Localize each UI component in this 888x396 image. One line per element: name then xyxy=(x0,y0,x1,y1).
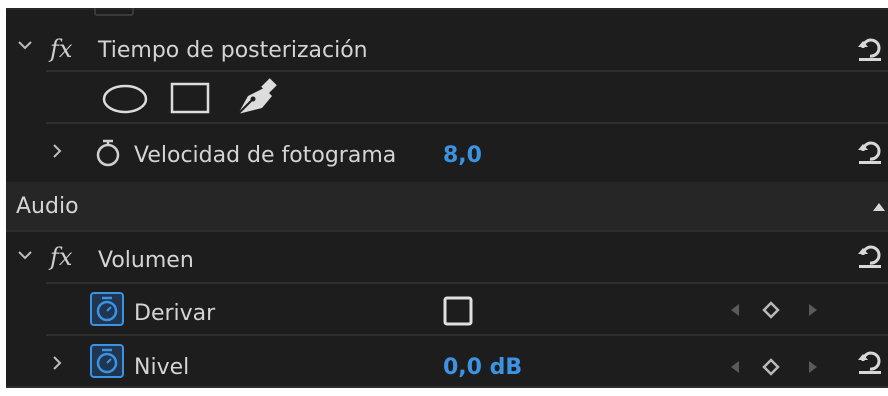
scroll-up-icon[interactable] xyxy=(872,202,886,212)
divider xyxy=(46,282,888,284)
rectangle-mask-icon[interactable] xyxy=(170,82,210,114)
property-value[interactable]: 0,0 dB xyxy=(443,355,522,381)
reset-icon[interactable] xyxy=(857,242,883,268)
keyframe-prev-icon[interactable] xyxy=(730,360,740,374)
section-header-audio[interactable]: Audio xyxy=(6,182,888,230)
bypass-checkbox[interactable] xyxy=(443,296,473,326)
keyframe-add-icon[interactable] xyxy=(762,301,780,319)
effect-row-posterize-time[interactable]: fx Tiempo de posterización xyxy=(6,30,888,70)
mask-tools-row xyxy=(6,74,888,120)
effect-row-volume[interactable]: fx Volumen xyxy=(6,234,888,280)
pen-mask-icon[interactable] xyxy=(234,78,278,116)
ellipse-mask-icon[interactable] xyxy=(102,84,148,114)
partial-row-remnant xyxy=(94,8,134,16)
section-title: Audio xyxy=(16,194,79,219)
reset-icon[interactable] xyxy=(857,35,883,61)
effect-name: Volumen xyxy=(98,248,194,273)
effect-controls-panel: fx Tiempo de posterización Velocidad de … xyxy=(6,8,888,388)
property-row-level[interactable]: Nivel 0,0 dB xyxy=(6,338,888,386)
reset-icon[interactable] xyxy=(857,348,883,374)
chevron-down-icon[interactable] xyxy=(18,250,32,260)
property-value[interactable]: 8,0 xyxy=(443,143,482,169)
divider xyxy=(6,386,888,388)
chevron-down-icon[interactable] xyxy=(18,40,32,50)
fx-badge[interactable]: fx xyxy=(50,36,72,62)
stopwatch-icon[interactable] xyxy=(90,292,124,326)
keyframe-next-icon[interactable] xyxy=(808,360,818,374)
keyframe-add-icon[interactable] xyxy=(762,358,780,376)
keyframe-next-icon[interactable] xyxy=(808,303,818,317)
property-row-bypass[interactable]: Derivar xyxy=(6,286,888,334)
divider xyxy=(6,230,888,232)
property-label: Velocidad de fotograma xyxy=(134,143,397,168)
keyframe-prev-icon[interactable] xyxy=(730,303,740,317)
effect-name: Tiempo de posterización xyxy=(98,38,368,63)
chevron-right-icon[interactable] xyxy=(52,356,62,370)
property-row-frame-rate[interactable]: Velocidad de fotograma 8,0 xyxy=(6,132,888,178)
stopwatch-icon[interactable] xyxy=(94,138,122,168)
reset-icon[interactable] xyxy=(857,138,883,164)
top-divider xyxy=(6,8,888,10)
divider xyxy=(46,122,888,124)
chevron-right-icon[interactable] xyxy=(52,144,62,158)
fx-badge[interactable]: fx xyxy=(50,244,72,270)
divider xyxy=(46,70,888,72)
stopwatch-icon[interactable] xyxy=(90,344,124,378)
property-label: Nivel xyxy=(134,355,190,380)
property-label: Derivar xyxy=(134,301,216,326)
divider xyxy=(46,334,888,336)
